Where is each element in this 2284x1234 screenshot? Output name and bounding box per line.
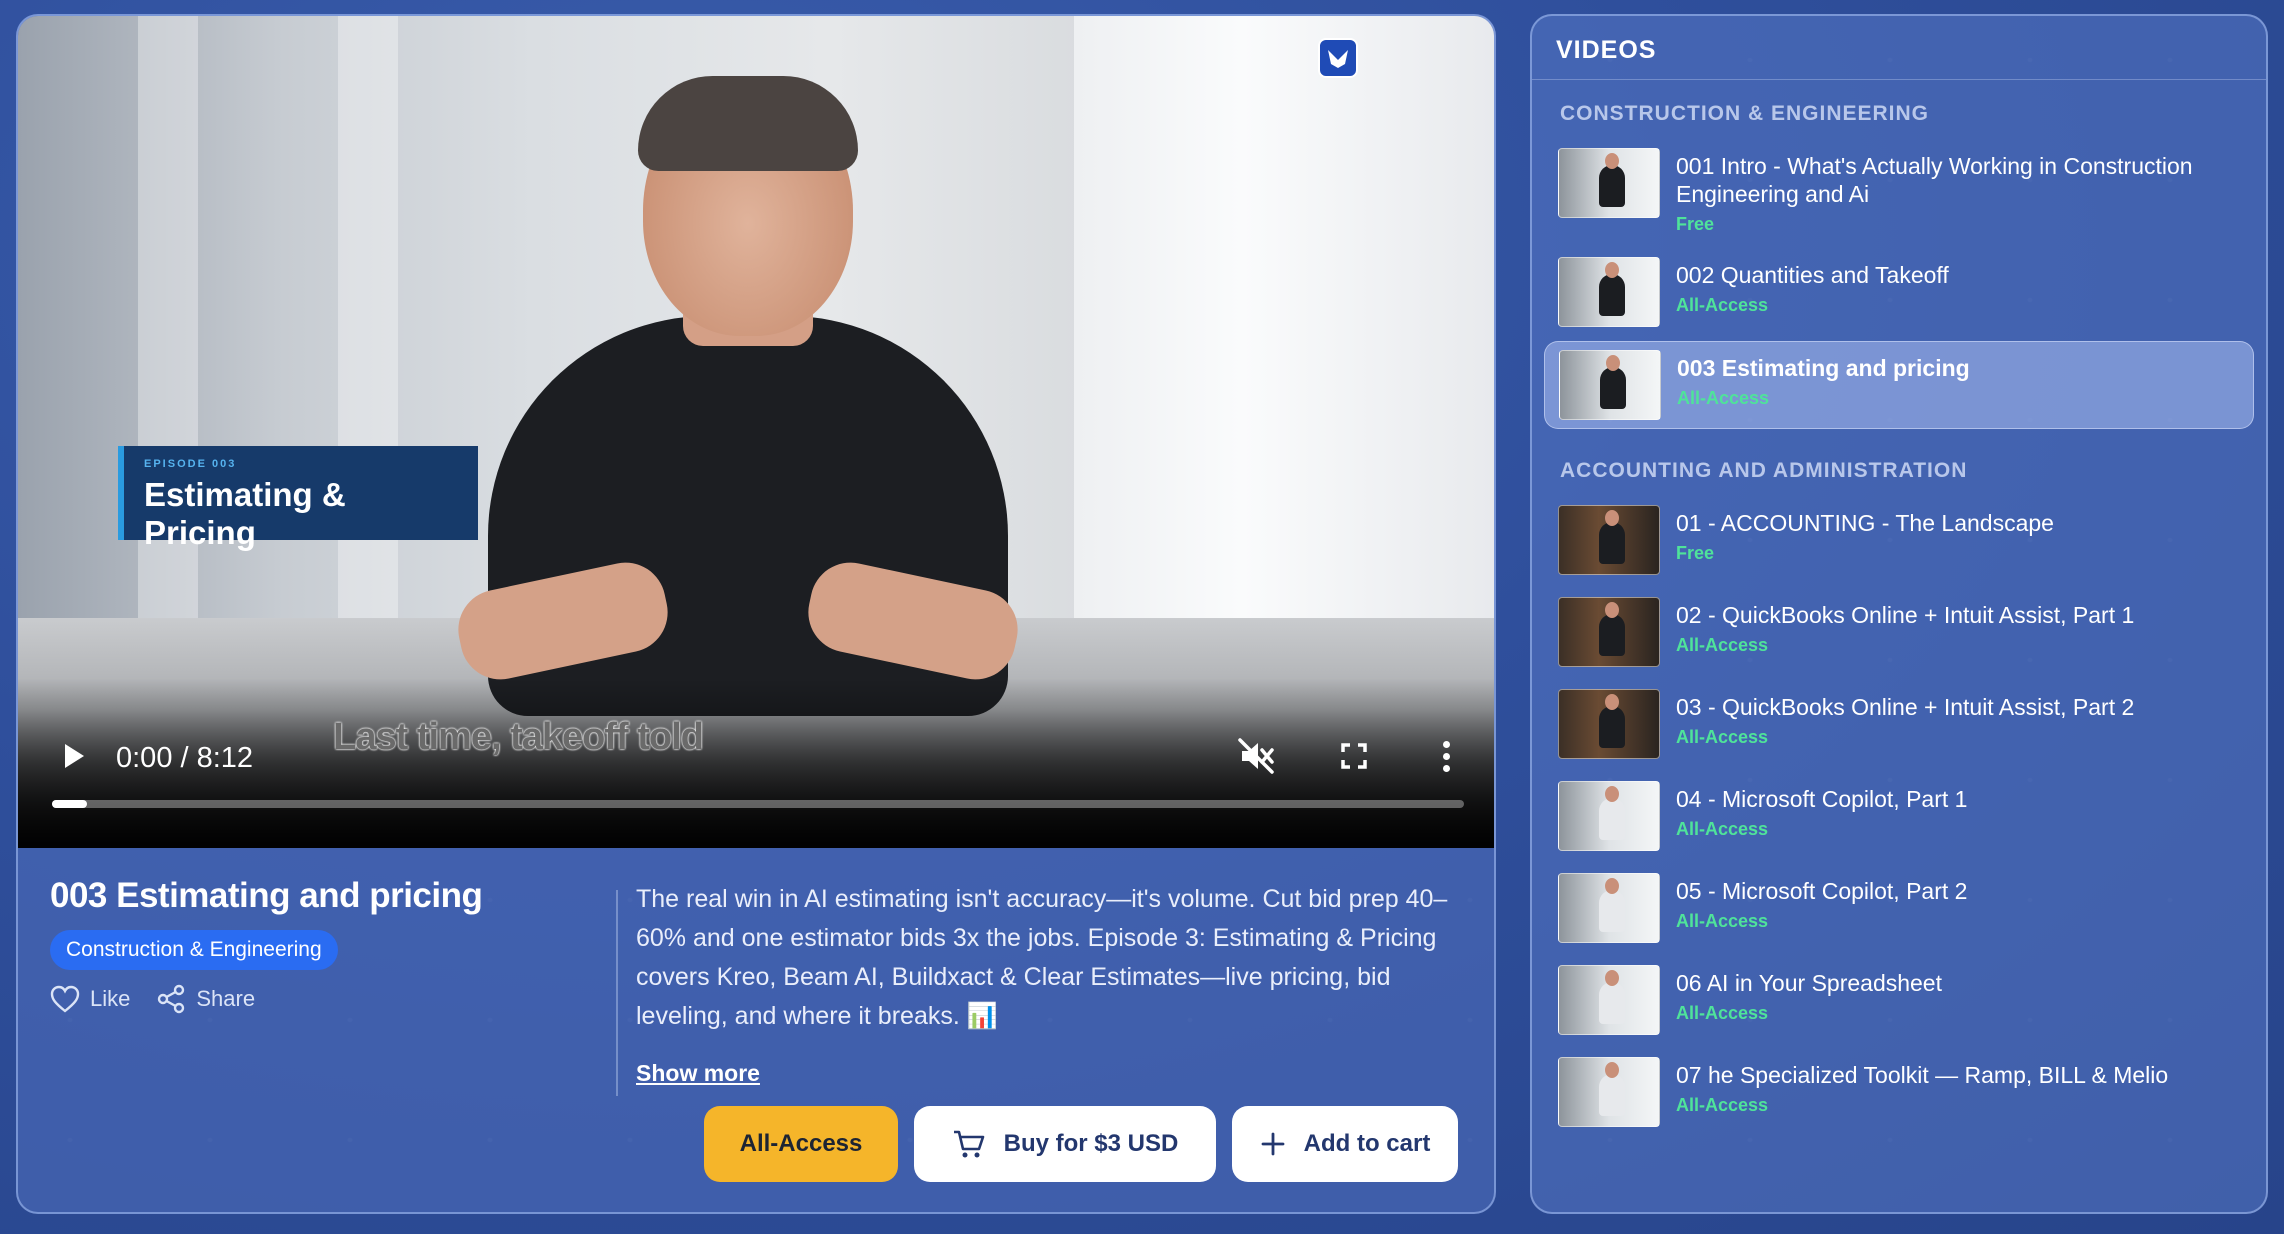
buy-label: Buy for $3 USD xyxy=(1003,1130,1179,1157)
video-thumbnail xyxy=(1558,873,1660,943)
video-list-item-active[interactable]: 003 Estimating and pricing All-Access xyxy=(1544,341,2254,429)
fullscreen-icon xyxy=(1341,743,1367,769)
thumbnail-figure xyxy=(1599,970,1625,1024)
thumbnail-figure xyxy=(1599,1062,1625,1116)
section-title: ACCOUNTING AND ADMINISTRATION xyxy=(1560,459,1968,482)
play-button[interactable] xyxy=(54,736,94,776)
video-list-item[interactable]: 04 - Microsoft Copilot, Part 1 All-Access xyxy=(1544,773,2254,859)
play-icon xyxy=(65,744,84,768)
video-list-item[interactable]: 06 AI in Your Spreadsheet All-Access xyxy=(1544,957,2254,1043)
thumbnail-figure xyxy=(1600,355,1626,409)
plus-icon xyxy=(1261,1132,1285,1156)
video-item-title: 06 AI in Your Spreadsheet xyxy=(1676,970,1942,996)
thumbnail-figure xyxy=(1599,262,1625,316)
share-label: Share xyxy=(196,986,256,1011)
video-thumbnail xyxy=(1558,148,1660,218)
category-badge[interactable]: Construction & Engineering xyxy=(50,930,338,970)
share-icon xyxy=(158,984,185,1014)
video-item-title: 07 he Specialized Toolkit — Ramp, BILL &… xyxy=(1676,1062,2169,1088)
buy-button[interactable]: Buy for $3 USD xyxy=(914,1106,1216,1182)
progress-bar[interactable] xyxy=(52,800,1464,808)
add-to-cart-button[interactable]: Add to cart xyxy=(1232,1106,1458,1182)
episode-number: EPISODE 003 xyxy=(144,458,237,470)
all-access-label: All-Access xyxy=(739,1130,863,1157)
like-label: Like xyxy=(90,986,131,1011)
time-display: 0:00 / 8:12 xyxy=(116,742,254,774)
video-list-item[interactable]: 05 - Microsoft Copilot, Part 2 All-Access xyxy=(1544,865,2254,951)
video-list-item[interactable]: 03 - QuickBooks Online + Intuit Assist, … xyxy=(1544,681,2254,767)
thumbnail-figure xyxy=(1599,878,1625,932)
brand-logo-icon xyxy=(1318,38,1358,78)
all-access-button[interactable]: All-Access xyxy=(704,1106,898,1182)
video-item-title: 04 - Microsoft Copilot, Part 1 xyxy=(1676,786,1968,812)
video-thumbnail xyxy=(1558,781,1660,851)
video-list-item[interactable]: 001 Intro - What's Actually Working in C… xyxy=(1544,140,2254,243)
dot-icon xyxy=(1442,740,1450,748)
video-thumbnail xyxy=(1558,257,1660,327)
sidebar-header: VIDEOS xyxy=(1532,16,2266,80)
thumbnail-figure xyxy=(1599,694,1625,748)
access-badge: All-Access xyxy=(1676,911,1769,931)
video-item-title: 002 Quantities and Takeoff xyxy=(1676,262,1949,288)
info-divider xyxy=(616,890,618,1096)
access-badge: All-Access xyxy=(1676,1095,1769,1115)
videos-sidebar: VIDEOS CONSTRUCTION & ENGINEERING 001 In… xyxy=(1530,14,2268,1214)
access-badge: All-Access xyxy=(1676,727,1769,747)
video-item-title: 05 - Microsoft Copilot, Part 2 xyxy=(1676,878,1968,904)
video-thumbnail xyxy=(1558,597,1660,667)
share-button[interactable]: Share xyxy=(156,984,255,1014)
cart-icon xyxy=(953,1130,984,1158)
video-item-title: 003 Estimating and pricing xyxy=(1677,355,1970,381)
access-badge: Free xyxy=(1676,214,1715,234)
episode-lower-third: EPISODE 003 Estimating & Pricing xyxy=(118,446,478,551)
access-badge: All-Access xyxy=(1677,388,1770,408)
access-badge: All-Access xyxy=(1676,1003,1769,1023)
video-list-item[interactable]: 002 Quantities and Takeoff All-Access xyxy=(1544,249,2254,335)
more-options-button[interactable] xyxy=(1426,734,1466,778)
video-description: The real win in AI estimating isn't accu… xyxy=(636,885,1448,1030)
bird-icon xyxy=(1328,50,1348,68)
access-badge: All-Access xyxy=(1676,295,1769,315)
video-thumbnail xyxy=(1558,1057,1660,1127)
heart-icon xyxy=(50,985,80,1013)
muted-speaker-icon xyxy=(1238,738,1274,774)
video-item-title: 02 - QuickBooks Online + Intuit Assist, … xyxy=(1676,602,2135,628)
progress-fill xyxy=(52,800,88,808)
episode-title: Estimating & Pricing xyxy=(144,476,346,551)
video-player[interactable]: EPISODE 003 Estimating & Pricing Last ti… xyxy=(18,16,1494,848)
dot-icon xyxy=(1442,764,1450,772)
video-info: 003 Estimating and pricing Construction … xyxy=(50,876,590,1014)
video-list-item[interactable]: 01 - ACCOUNTING - The Landscape Free xyxy=(1544,497,2254,583)
video-title: 003 Estimating and pricing xyxy=(50,876,483,915)
video-list-item[interactable]: 02 - QuickBooks Online + Intuit Assist, … xyxy=(1544,589,2254,675)
video-item-title: 01 - ACCOUNTING - The Landscape xyxy=(1676,510,2054,536)
thumbnail-figure xyxy=(1599,510,1625,564)
video-list-item[interactable]: 07 he Specialized Toolkit — Ramp, BILL &… xyxy=(1544,1049,2254,1135)
video-item-title: 001 Intro - What's Actually Working in C… xyxy=(1676,153,2193,207)
fullscreen-button[interactable] xyxy=(1332,734,1376,778)
section-title: CONSTRUCTION & ENGINEERING xyxy=(1560,102,1930,125)
video-thumbnail xyxy=(1558,965,1660,1035)
video-item-title: 03 - QuickBooks Online + Intuit Assist, … xyxy=(1676,694,2135,720)
video-actions: Like Share xyxy=(50,984,590,1014)
thumbnail-figure xyxy=(1599,786,1625,840)
video-thumbnail xyxy=(1558,689,1660,759)
thumbnail-figure xyxy=(1599,602,1625,656)
thumbnail-figure xyxy=(1599,153,1625,207)
video-thumbnail xyxy=(1559,350,1661,420)
show-more-link[interactable]: Show more xyxy=(636,1060,760,1087)
mute-button[interactable] xyxy=(1234,734,1278,778)
access-badge: All-Access xyxy=(1676,635,1769,655)
video-thumbnail xyxy=(1558,505,1660,575)
access-badge: Free xyxy=(1676,543,1715,563)
presenter-hair xyxy=(638,76,858,171)
like-button[interactable]: Like xyxy=(50,985,130,1013)
access-badge: All-Access xyxy=(1676,819,1769,839)
add-to-cart-label: Add to cart xyxy=(1303,1130,1431,1157)
dot-icon xyxy=(1442,752,1450,760)
